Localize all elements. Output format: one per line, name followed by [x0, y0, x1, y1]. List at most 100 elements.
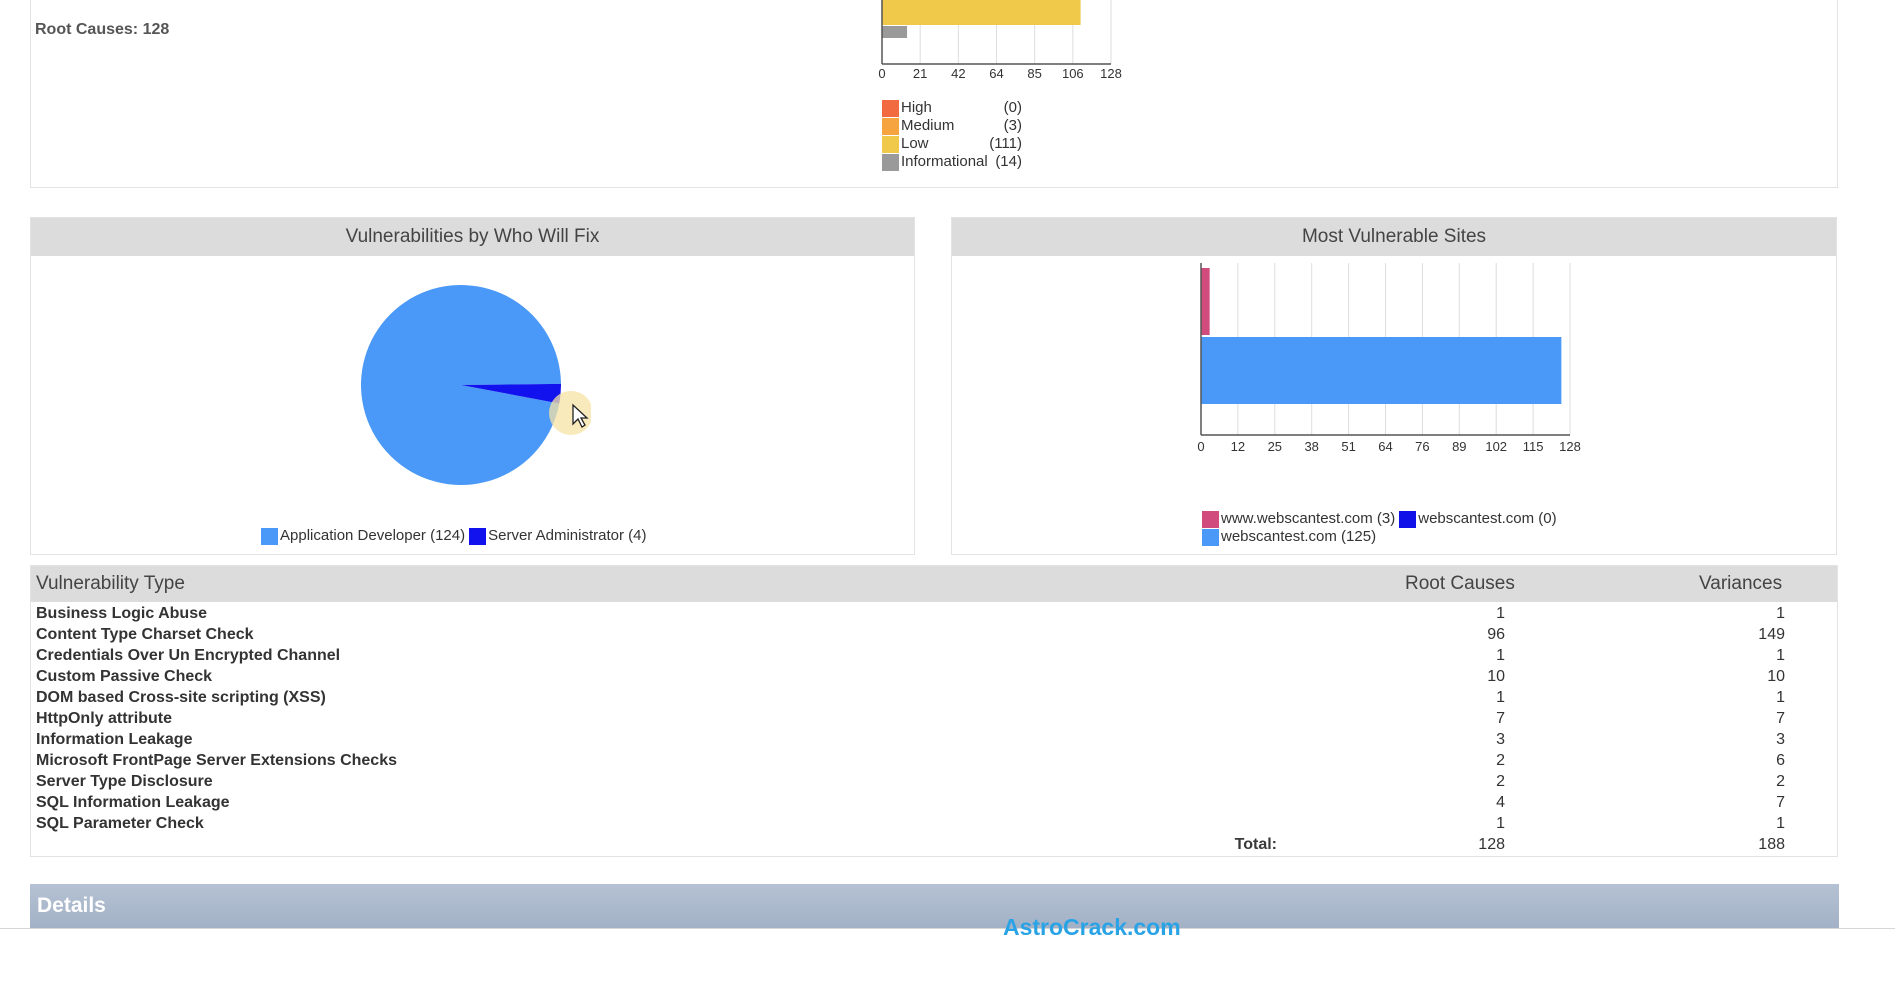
variances-value: 149 [1758, 626, 1785, 643]
root-causes-value: 1 [1496, 689, 1505, 706]
spacer-cell [1785, 645, 1837, 666]
who-will-fix-pie-chart[interactable] [361, 278, 591, 498]
vulnerability-name: Credentials Over Un Encrypted Channel [36, 647, 341, 664]
variances-value: 10 [1767, 668, 1785, 685]
vulnerability-name: Business Logic Abuse [36, 605, 207, 622]
variances-value: 2 [1776, 773, 1785, 790]
legend-swatch [882, 99, 899, 117]
legend-label: www.webscantest.com (3) [1221, 510, 1396, 527]
legend-swatch [1202, 510, 1219, 528]
legend-label: Low [901, 135, 929, 152]
root-causes-value: 7 [1496, 710, 1505, 727]
severity-bar [882, 0, 1081, 25]
table-row: Custom Passive Check 10 10 [31, 666, 1837, 687]
vulnerability-name: Content Type Charset Check [36, 626, 254, 643]
spacer-cell [1785, 771, 1837, 792]
legend-row-1: www.webscantest.com (3) webscantest.com (… [1202, 510, 1602, 528]
variances-value: 7 [1776, 710, 1785, 727]
who-will-fix-panel: Vulnerabilities by Who Will Fix Applicat… [30, 217, 915, 555]
legend-label: High [901, 99, 932, 116]
total-label: Total: [1234, 836, 1277, 853]
table-row: HttpOnly attribute 7 7 [31, 708, 1837, 729]
root-causes-value: 1 [1496, 815, 1505, 832]
vulnerability-table-header: Vulnerability Type Root Causes Variances [31, 566, 1837, 602]
total-root-causes: 128 [1478, 836, 1505, 853]
root-causes-value: 2 [1496, 752, 1505, 769]
site-legend-item: webscantest.com (0) [1399, 510, 1557, 528]
x-tick-label: 12 [1231, 439, 1245, 454]
site-bar [1201, 268, 1210, 335]
x-tick-label: 85 [1027, 66, 1041, 81]
severity-legend-item: Medium (3) [882, 117, 1022, 135]
legend-swatch [882, 135, 899, 153]
col-variances: Variances [1699, 573, 1783, 594]
legend-swatch [261, 527, 278, 545]
spacer-cell [1785, 729, 1837, 750]
spacer-cell [1785, 687, 1837, 708]
vulnerability-name: HttpOnly attribute [36, 710, 172, 727]
spacer-cell [1785, 624, 1837, 645]
x-tick-label: 38 [1304, 439, 1318, 454]
pie-legend-item: Application Developer (124) [261, 527, 465, 545]
x-tick-label: 115 [1523, 439, 1544, 454]
vulnerability-name: SQL Information Leakage [36, 794, 230, 811]
table-row: Credentials Over Un Encrypted Channel 1 1 [31, 645, 1837, 666]
x-tick-label: 21 [913, 66, 927, 81]
x-tick-label: 128 [1559, 439, 1581, 454]
table-row: SQL Parameter Check 1 1 [31, 813, 1837, 834]
root-causes-value: 1 [1496, 647, 1505, 664]
severity-bar [882, 26, 908, 38]
table-row: Information Leakage 3 3 [31, 729, 1837, 750]
who-will-fix-legend: Application Developer (124) Server Admini… [261, 527, 647, 545]
site-legend-item: webscantest.com (125) [1202, 528, 1376, 546]
legend-count: (111) [989, 135, 1022, 152]
spacer-cell [1785, 750, 1837, 771]
most-vulnerable-title: Most Vulnerable Sites [952, 218, 1836, 256]
legend-swatch [882, 153, 899, 171]
spacer-cell [1785, 813, 1837, 834]
severity-legend: High (0) Medium (3) Low (111) Informational (14… [882, 99, 1022, 171]
variances-value: 1 [1776, 647, 1785, 664]
x-tick-label: 51 [1341, 439, 1355, 454]
legend-count: (14) [995, 153, 1022, 170]
vulnerability-type-panel: Vulnerability Type Root Causes Variances… [30, 565, 1838, 857]
severity-legend-item: High (0) [882, 99, 1022, 117]
variances-value: 1 [1776, 689, 1785, 706]
vulnerability-name: Server Type Disclosure [36, 773, 213, 790]
spacer-cell [1785, 708, 1837, 729]
x-tick-label: 89 [1452, 439, 1466, 454]
legend-swatch [469, 527, 487, 545]
root-causes-summary: Root Causes: 128 [35, 21, 170, 38]
root-causes-value: 96 [1487, 626, 1505, 643]
most-vulnerable-legend: www.webscantest.com (3) webscantest.com (… [1202, 510, 1602, 546]
root-causes-value: 3 [1496, 731, 1505, 748]
col-root-causes: Root Causes [1405, 573, 1515, 594]
table-row: SQL Information Leakage 4 7 [31, 792, 1837, 813]
col-vulnerability-type: Vulnerability Type [36, 573, 185, 594]
legend-label: Informational [901, 153, 988, 170]
legend-row-2: webscantest.com (125) [1202, 528, 1602, 546]
root-causes-value: 10 [1487, 668, 1505, 685]
legend-count: (0) [1003, 99, 1022, 116]
spacer-cell [1785, 666, 1837, 687]
variances-value: 1 [1776, 815, 1785, 832]
variances-value: 3 [1776, 731, 1785, 748]
table-row: Server Type Disclosure 2 2 [31, 771, 1837, 792]
x-tick-label: 0 [1197, 439, 1204, 454]
legend-swatch [1202, 528, 1219, 546]
legend-label: Application Developer (124) [280, 527, 466, 544]
legend-label: Server Administrator (4) [488, 527, 647, 544]
details-section-header[interactable]: Details [30, 884, 1839, 928]
root-causes-value: 2 [1496, 773, 1505, 790]
table-row: Content Type Charset Check 96 149 [31, 624, 1837, 645]
vulnerability-name: Microsoft FrontPage Server Extensions Ch… [36, 752, 397, 769]
x-tick-label: 76 [1415, 439, 1429, 454]
table-row: Microsoft FrontPage Server Extensions Ch… [31, 750, 1837, 771]
x-tick-label: 0 [878, 66, 885, 81]
vulnerability-table: Business Logic Abuse 1 1 Content Type Chars… [31, 603, 1837, 855]
table-row: Business Logic Abuse 1 1 [31, 603, 1837, 624]
spacer-cell [1785, 792, 1837, 813]
x-tick-label: 25 [1268, 439, 1282, 454]
site-bar [1201, 337, 1562, 404]
legend-swatch [882, 117, 899, 135]
